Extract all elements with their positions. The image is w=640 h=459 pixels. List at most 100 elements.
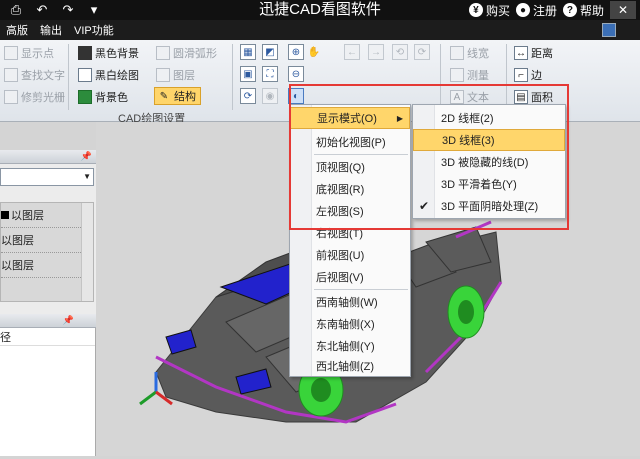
hand-icon[interactable]: ✋ <box>306 44 322 60</box>
menu-item-front-view[interactable]: 前视图(U) <box>290 244 410 266</box>
menu-item-label: 2D 线框(2) <box>441 113 494 125</box>
scrollbar[interactable] <box>81 203 93 301</box>
pin-icon[interactable]: 📌 <box>63 315 74 326</box>
submenu-item-3d-smooth[interactable]: 3D 平滑着色(Y) <box>413 173 565 195</box>
menu-item-1[interactable]: 高版 <box>0 22 34 38</box>
list-item[interactable]: 以图层 <box>1 253 93 278</box>
find-text-button[interactable]: 查找文字 <box>4 66 65 84</box>
layer-label: 以图层 <box>1 260 34 272</box>
buy-button[interactable]: ¥ 购买 <box>468 2 510 19</box>
view-3d-dropdown-icon[interactable]: ◐ <box>288 88 304 104</box>
trim-raster-button[interactable]: 修剪光栅 <box>4 88 65 106</box>
buy-label: 购买 <box>485 3 510 18</box>
submenu-item-3d-wireframe[interactable]: 3D 线框(3) <box>413 129 565 151</box>
menu-item-nw-iso[interactable]: 西北轴侧(Z) <box>290 355 410 377</box>
zoom-out-icon[interactable]: ⊖ <box>288 66 304 82</box>
menu-item-label: 底视图(R) <box>316 184 365 196</box>
fit-view-icon[interactable]: ▣ <box>240 66 256 82</box>
smooth-arc-button[interactable]: 圆滑弧形 <box>156 44 217 62</box>
rotate-icon[interactable]: ⟲ <box>392 44 408 60</box>
menu-bar: 高版 输出 VIP功能 <box>0 20 640 40</box>
user-icon: ● <box>515 3 530 17</box>
ribbon-separator <box>68 44 69 110</box>
view-context-menu: 显示模式(O) ▶ 初始化视图(P) 顶视图(Q) 底视图(R) 左视图(S) 右… <box>289 104 411 377</box>
bw-icon <box>78 68 92 82</box>
measure-label: 测量 <box>467 70 489 82</box>
menu-item-se-iso[interactable]: 东南轴侧(X) <box>290 313 410 335</box>
help-button[interactable]: ? 帮助 <box>562 2 604 19</box>
register-button[interactable]: ● 注册 <box>515 2 557 19</box>
zoom-select-icon[interactable]: ◩ <box>262 44 278 60</box>
panel-header: 📌 <box>0 150 96 164</box>
bw-drawing-button[interactable]: 黑白绘图 <box>78 66 139 84</box>
menu-item-right-view[interactable]: 右视图(T) <box>290 222 410 244</box>
show-points-label: 显示点 <box>21 48 54 60</box>
layer-label: 以图层 <box>1 235 34 247</box>
menu-item-init-view[interactable]: 初始化视图(P) <box>290 131 410 153</box>
text-label: 文本 <box>467 92 489 104</box>
distance-label: 距离 <box>531 48 553 60</box>
menu-item-sw-iso[interactable]: 西南轴侧(W) <box>290 291 410 313</box>
arrow-right-icon[interactable]: → <box>368 44 384 60</box>
edge-icon: ⌐ <box>514 68 528 82</box>
menu-item-label: 右视图(T) <box>316 228 364 240</box>
zoom-in-icon[interactable]: ⊕ <box>288 44 304 60</box>
print-icon[interactable]: ⎙ <box>6 1 26 19</box>
fit-extents-icon[interactable]: ⛶ <box>262 66 278 82</box>
menu-item-display-mode[interactable]: 显示模式(O) ▶ <box>290 107 410 129</box>
zoom-window-icon[interactable]: ▦ <box>240 44 256 60</box>
measure-button[interactable]: 测量 <box>450 66 489 84</box>
layers-button[interactable]: 图层 <box>156 66 195 84</box>
ribbon-separator <box>506 44 507 110</box>
edge-button[interactable]: ⌐ 边 <box>514 66 542 84</box>
menu-item-label: 西北轴侧(Z) <box>316 361 375 373</box>
property-row[interactable]: 径 <box>0 328 95 346</box>
menu-item-back-view[interactable]: 后视图(V) <box>290 266 410 288</box>
window-icon[interactable] <box>602 23 616 37</box>
menu-item-3[interactable]: VIP功能 <box>68 22 120 38</box>
menu-separator <box>314 154 408 155</box>
close-icon[interactable]: ✕ <box>610 1 636 19</box>
menu-item-left-view[interactable]: 左视图(S) <box>290 200 410 222</box>
menu-item-ne-iso[interactable]: 东北轴侧(Y) <box>290 335 410 357</box>
bg-color-icon <box>78 90 92 104</box>
undo-icon[interactable]: ↶ <box>32 1 52 19</box>
ribbon-separator <box>440 44 441 110</box>
menu-item-2[interactable]: 输出 <box>34 22 68 38</box>
help-icon: ? <box>562 3 577 17</box>
menu-item-label: 3D 平滑着色(Y) <box>441 179 517 191</box>
menu-item-top-view[interactable]: 顶视图(Q) <box>290 156 410 178</box>
area-icon: ▤ <box>514 90 528 104</box>
pin-icon[interactable]: 📌 <box>81 151 92 162</box>
color-swatch-icon <box>1 211 9 219</box>
submenu-item-3d-hidden[interactable]: 3D 被隐藏的线(D) <box>413 151 565 173</box>
refresh-icon[interactable]: ⟳ <box>240 88 256 104</box>
redo-icon[interactable]: ↷ <box>58 1 78 19</box>
axis-y <box>139 390 157 406</box>
structure-icon: ✎ <box>159 90 169 102</box>
submenu-item-3d-flat[interactable]: ✔ 3D 平面阴暗处理(Z) <box>413 195 565 217</box>
menu-item-label: 东北轴侧(Y) <box>316 341 375 353</box>
menu-item-label: 东南轴侧(X) <box>316 319 375 331</box>
rotate-right-icon[interactable]: ⟳ <box>414 44 430 60</box>
checkmark-icon: ✔ <box>419 199 430 213</box>
eye-icon[interactable]: ◉ <box>262 88 278 104</box>
help-label: 帮助 <box>579 3 604 18</box>
menu-item-bottom-view[interactable]: 底视图(R) <box>290 178 410 200</box>
submenu-item-2d-wireframe[interactable]: 2D 线框(2) <box>413 107 565 129</box>
yen-icon: ¥ <box>468 3 483 17</box>
layer-select[interactable]: ▼ <box>0 168 94 186</box>
arrow-left-icon[interactable]: ← <box>344 44 360 60</box>
find-text-label: 查找文字 <box>21 70 65 82</box>
line-width-button[interactable]: 线宽 <box>450 44 489 62</box>
background-color-button[interactable]: 背景色 <box>78 88 128 106</box>
structure-button[interactable]: ✎ 结构 <box>154 87 201 105</box>
list-item[interactable]: 以图层 <box>1 203 93 228</box>
layer-label: 以图层 <box>11 210 44 222</box>
black-background-label: 黑色背景 <box>95 48 139 60</box>
black-background-button[interactable]: 黑色背景 <box>78 44 139 62</box>
dropdown-icon[interactable]: ▾ <box>84 1 104 19</box>
show-points-button[interactable]: 显示点 <box>4 44 54 62</box>
list-item[interactable]: 以图层 <box>1 228 93 253</box>
distance-button[interactable]: ↔ 距离 <box>514 44 553 62</box>
